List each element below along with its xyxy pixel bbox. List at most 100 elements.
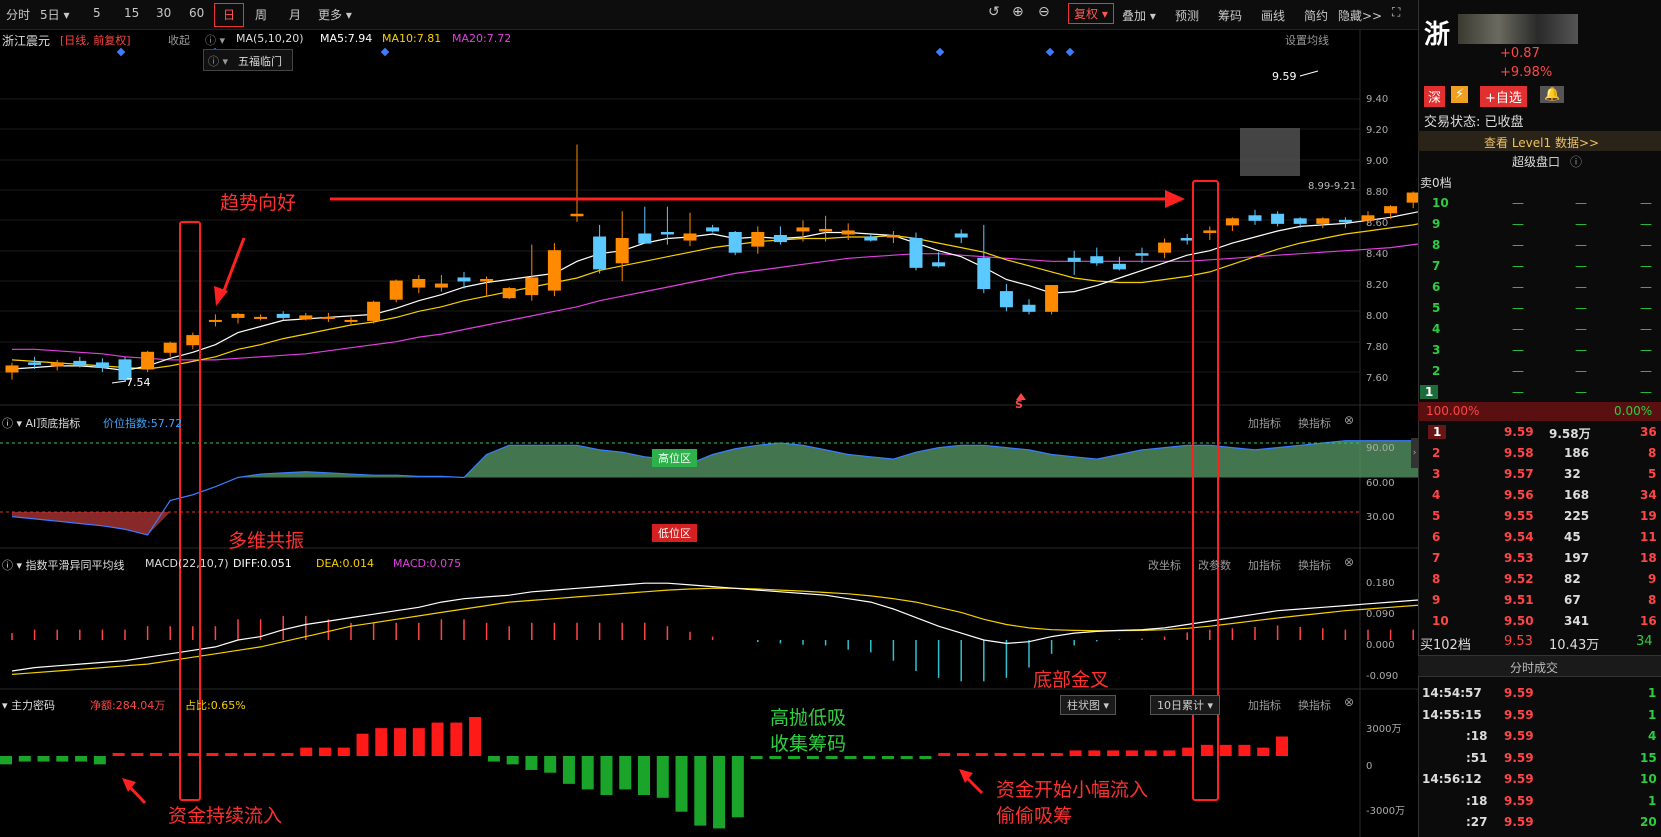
sell-row[interactable]: 10 — — — bbox=[1418, 194, 1661, 215]
change-param-button[interactable]: 改参数 bbox=[1198, 557, 1231, 573]
sell-row[interactable]: 9 — — — bbox=[1418, 215, 1661, 236]
sell-level: 10 bbox=[1432, 196, 1449, 210]
sell-row[interactable]: 8 — — — bbox=[1418, 236, 1661, 257]
signal-diamond bbox=[1065, 47, 1075, 57]
wufu-box[interactable]: ⓘ ▾ 五福临门 bbox=[203, 49, 293, 71]
buy-row[interactable]: 6 9.54 45 11 bbox=[1418, 528, 1661, 549]
buy-count: 19 bbox=[1640, 509, 1657, 523]
buy-row[interactable]: 4 9.56 168 34 bbox=[1418, 486, 1661, 507]
help-icon[interactable]: ⓘ ▾ bbox=[205, 32, 225, 48]
buy-row[interactable]: 3 9.57 32 5 bbox=[1418, 465, 1661, 486]
money-change-indicator[interactable]: 换指标 bbox=[1298, 697, 1331, 713]
tab-day[interactable]: 日 bbox=[214, 3, 245, 27]
change-axis-button[interactable]: 改坐标 bbox=[1148, 557, 1181, 573]
fullscreen-icon[interactable]: ⛶ bbox=[1392, 5, 1400, 20]
buy-row[interactable]: 7 9.53 197 18 bbox=[1418, 549, 1661, 570]
macd-add-indicator[interactable]: 加指标 bbox=[1248, 557, 1281, 573]
tab-5min[interactable]: 5 bbox=[93, 6, 101, 20]
buy-sell-ratio-bar: 100.00% 0.00% bbox=[1418, 402, 1661, 421]
wufu-label: 五福临门 bbox=[238, 55, 282, 68]
super-book-title[interactable]: 超级盘口 bbox=[1512, 153, 1560, 170]
diff-line bbox=[11, 582, 1418, 672]
hide-button[interactable]: 隐藏>> bbox=[1338, 7, 1382, 24]
sell-level: 6 bbox=[1432, 280, 1441, 294]
buy-row[interactable]: 9 9.51 67 8 bbox=[1418, 591, 1661, 612]
buy-row[interactable]: 2 9.58 186 8 bbox=[1418, 444, 1661, 465]
money-flow-bar bbox=[37, 756, 50, 762]
add-favorite-button[interactable]: +自选 bbox=[1480, 86, 1527, 107]
sell-row[interactable]: 7 — — — bbox=[1418, 257, 1661, 278]
fuquan-button[interactable]: 复权 ▾ bbox=[1068, 3, 1114, 24]
set-ma-button[interactable]: 设置均线 bbox=[1285, 32, 1329, 48]
sell-price: — bbox=[1512, 343, 1524, 357]
buy-row[interactable]: 1 9.59 9.58万 36 bbox=[1418, 423, 1661, 444]
buy-row[interactable]: 10 9.50 341 16 bbox=[1418, 612, 1661, 633]
close-icon[interactable]: ⊗ bbox=[1344, 695, 1354, 709]
bar-chart-select[interactable]: 柱状图 ▾ bbox=[1060, 695, 1117, 715]
candle-body bbox=[28, 362, 42, 365]
sell-row[interactable]: 1 — — — bbox=[1418, 383, 1661, 404]
panel-toggle-handle[interactable]: › bbox=[1411, 438, 1418, 468]
zoom-in-icon[interactable]: ⊕ bbox=[1012, 4, 1024, 20]
tab-15min[interactable]: 15 bbox=[124, 6, 139, 20]
money-flow-bar bbox=[975, 753, 988, 756]
close-icon[interactable]: ⊗ bbox=[1344, 555, 1354, 569]
money-flow-bar bbox=[1144, 750, 1157, 756]
sell-header: 卖0档 bbox=[1420, 176, 1452, 190]
alert-bell-icon[interactable]: 🔔 bbox=[1540, 86, 1565, 103]
draw-line-button[interactable]: 画线 bbox=[1261, 7, 1285, 24]
tab-60min[interactable]: 60 bbox=[189, 6, 204, 20]
low-zone-tag: 低位区 bbox=[652, 524, 697, 542]
buy-level: 2 bbox=[1432, 446, 1441, 460]
candle-body bbox=[1022, 304, 1036, 312]
sell-row[interactable]: 4 — — — bbox=[1418, 320, 1661, 341]
tab-30min[interactable]: 30 bbox=[156, 6, 171, 20]
buy-level: 10 bbox=[1432, 614, 1449, 628]
sell-row[interactable]: 6 — — — bbox=[1418, 278, 1661, 299]
sell-row[interactable]: 2 — — — bbox=[1418, 362, 1661, 383]
chart-canvas[interactable] bbox=[0, 30, 1418, 837]
buy-row[interactable]: 5 9.55 225 19 bbox=[1418, 507, 1661, 528]
tab-five-day[interactable]: 5日 ▾ bbox=[40, 6, 69, 23]
buy-row[interactable]: 8 9.52 82 9 bbox=[1418, 570, 1661, 591]
candle-body bbox=[73, 360, 87, 365]
ai-change-indicator[interactable]: 换指标 bbox=[1298, 415, 1331, 431]
sell-row[interactable]: 5 — — — bbox=[1418, 299, 1661, 320]
collapse-button[interactable]: 收起 bbox=[168, 32, 190, 48]
sell-price: — bbox=[1512, 322, 1524, 336]
annotation-high-low-2: 收集筹码 bbox=[770, 733, 847, 755]
zoom-out-icon[interactable]: ⊖ bbox=[1038, 4, 1050, 20]
candle-body bbox=[1158, 242, 1172, 253]
ma5-value: MA5:7.94 bbox=[320, 32, 373, 45]
macd-title: ⓘ ▾ 指数平滑异同平均线 bbox=[2, 557, 125, 573]
undo-icon[interactable]: ↺ bbox=[988, 4, 1000, 20]
money-add-indicator[interactable]: 加指标 bbox=[1248, 697, 1281, 713]
tab-more[interactable]: 更多 ▾ bbox=[318, 6, 352, 23]
tab-month[interactable]: 月 bbox=[289, 6, 301, 23]
chips-button[interactable]: 筹码 bbox=[1218, 7, 1242, 24]
lightning-icon[interactable]: ⚡ bbox=[1451, 86, 1469, 103]
trades-header[interactable]: 分时成交 bbox=[1418, 655, 1661, 677]
close-icon[interactable]: ⊗ bbox=[1344, 413, 1354, 427]
sell-count: — bbox=[1640, 217, 1652, 231]
ai-add-indicator[interactable]: 加指标 bbox=[1248, 415, 1281, 431]
tab-time-share[interactable]: 分时 bbox=[6, 6, 30, 23]
buy-volume: 45 bbox=[1564, 530, 1581, 544]
level1-bar[interactable]: 查看 Level1 数据>> bbox=[1418, 131, 1661, 151]
tab-week[interactable]: 周 bbox=[255, 6, 267, 23]
predict-button[interactable]: 预测 bbox=[1175, 7, 1199, 24]
sell-row[interactable]: 3 — — — bbox=[1418, 341, 1661, 362]
candle-body bbox=[367, 301, 381, 321]
macd-change-indicator[interactable]: 换指标 bbox=[1298, 557, 1331, 573]
money-flow-bar bbox=[206, 753, 219, 756]
buy-price: 9.54 bbox=[1504, 530, 1534, 544]
sell-volume: — bbox=[1575, 343, 1587, 357]
candle-body bbox=[1248, 215, 1262, 221]
level1-link[interactable]: 查看 Level1 数据>> bbox=[1484, 134, 1599, 151]
simple-button[interactable]: 简约 bbox=[1304, 7, 1328, 24]
trade-row: 14:56:12 9.59 10 bbox=[1418, 770, 1661, 791]
days-select[interactable]: 10日累计 ▾ bbox=[1150, 695, 1221, 715]
overlay-label: 叠加 bbox=[1122, 9, 1147, 23]
money-flow-bar bbox=[56, 756, 69, 762]
overlay-button[interactable]: 叠加 ▾ bbox=[1122, 7, 1156, 24]
